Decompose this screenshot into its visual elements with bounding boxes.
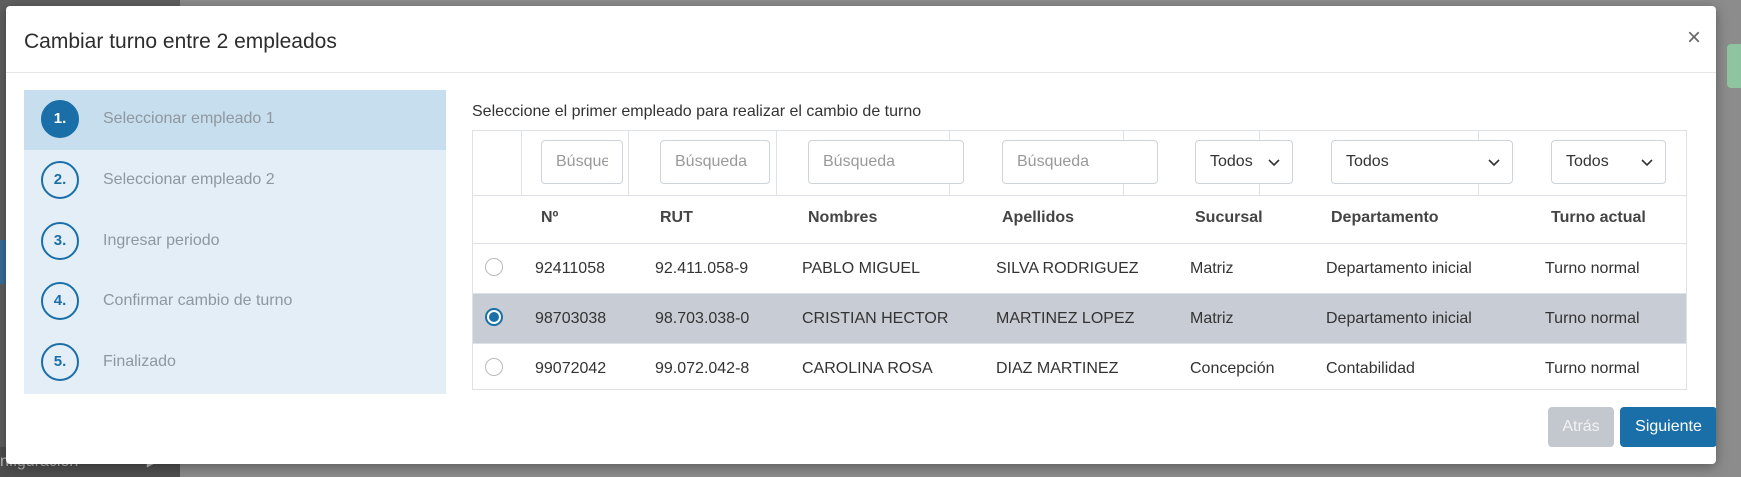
cell-apellidos: SILVA RODRIGUEZ bbox=[996, 260, 1139, 277]
wizard-steps: 1. Seleccionar empleado 1 2. Seleccionar… bbox=[24, 90, 446, 394]
cell-turno: Turno normal bbox=[1545, 260, 1640, 277]
step-number: 1. bbox=[41, 100, 79, 138]
step-number: 5. bbox=[41, 343, 79, 381]
column-header-nombres[interactable]: Nombres bbox=[808, 209, 877, 227]
rut-search-input[interactable] bbox=[660, 140, 770, 184]
step-number: 2. bbox=[41, 161, 79, 199]
cell-numero: 92411058 bbox=[535, 260, 605, 277]
turno-select[interactable]: Todos bbox=[1551, 140, 1666, 184]
cell-departamento: Departamento inicial bbox=[1326, 260, 1472, 277]
instruction-text: Seleccione el primer empleado para reali… bbox=[472, 103, 922, 120]
column-divider bbox=[776, 131, 777, 195]
step-3: 3. Ingresar periodo bbox=[24, 212, 446, 272]
cell-nombres: PABLO MIGUEL bbox=[802, 260, 920, 277]
cell-apellidos: DIAZ MARTINEZ bbox=[996, 360, 1119, 377]
step-label: Seleccionar empleado 2 bbox=[103, 171, 275, 188]
cell-turno: Turno normal bbox=[1545, 360, 1640, 377]
step-4: 4. Confirmar cambio de turno bbox=[24, 272, 446, 332]
cell-turno: Turno normal bbox=[1545, 310, 1640, 327]
column-header-departamento[interactable]: Departamento bbox=[1331, 209, 1439, 227]
cell-rut: 98.703.038-0 bbox=[655, 310, 750, 327]
table-row[interactable]: 92411058 92.411.058-9 PABLO MIGUEL SILVA… bbox=[473, 244, 1686, 294]
chevron-down-icon bbox=[1641, 141, 1653, 168]
column-divider bbox=[628, 131, 629, 195]
cell-rut: 92.411.058-9 bbox=[655, 260, 749, 277]
step-1: 1. Seleccionar empleado 1 bbox=[24, 90, 446, 150]
cell-sucursal: Matriz bbox=[1190, 260, 1234, 277]
step-label: Confirmar cambio de turno bbox=[103, 292, 293, 309]
cell-rut: 99.072.042-8 bbox=[655, 360, 750, 377]
step-2: 2. Seleccionar empleado 2 bbox=[24, 151, 446, 211]
sucursal-select[interactable]: Todos bbox=[1195, 140, 1293, 184]
cell-nombres: CRISTIAN HECTOR bbox=[802, 310, 949, 327]
employees-table: Todos Todos Todos Nº RUT Nombres Ap bbox=[472, 130, 1687, 390]
back-button[interactable]: Atrás bbox=[1548, 407, 1614, 447]
step-label: Seleccionar empleado 1 bbox=[103, 110, 275, 127]
column-header-numero[interactable]: Nº bbox=[541, 209, 558, 227]
step-label: Finalizado bbox=[103, 353, 176, 370]
cell-sucursal: Concepción bbox=[1190, 360, 1275, 377]
column-header-apellidos[interactable]: Apellidos bbox=[1002, 209, 1074, 227]
step-number: 4. bbox=[41, 282, 79, 320]
modal-header: Cambiar turno entre 2 empleados × bbox=[6, 6, 1716, 73]
nombres-search-input[interactable] bbox=[808, 140, 964, 184]
departamento-select[interactable]: Todos bbox=[1331, 140, 1513, 184]
row-radio[interactable] bbox=[485, 308, 503, 326]
background-badge bbox=[1727, 44, 1741, 88]
cell-departamento: Contabilidad bbox=[1326, 360, 1415, 377]
table-row-selected[interactable]: 98703038 98.703.038-0 CRISTIAN HECTOR MA… bbox=[473, 294, 1686, 344]
apellidos-search-input[interactable] bbox=[1002, 140, 1158, 184]
next-button[interactable]: Siguiente bbox=[1620, 407, 1716, 447]
filter-row: Todos Todos Todos bbox=[473, 131, 1686, 196]
step-label: Ingresar periodo bbox=[103, 232, 220, 249]
cell-numero: 99072042 bbox=[535, 360, 607, 377]
cell-numero: 98703038 bbox=[535, 310, 607, 327]
step-number: 3. bbox=[41, 222, 79, 260]
close-icon[interactable]: × bbox=[1680, 24, 1708, 52]
numero-search-input[interactable] bbox=[541, 140, 623, 184]
column-header-turno[interactable]: Turno actual bbox=[1551, 209, 1646, 227]
step-5: 5. Finalizado bbox=[24, 333, 446, 393]
column-header-sucursal[interactable]: Sucursal bbox=[1195, 209, 1263, 227]
modal-title: Cambiar turno entre 2 empleados bbox=[24, 30, 337, 53]
cell-sucursal: Matriz bbox=[1190, 310, 1234, 327]
column-divider bbox=[521, 131, 522, 195]
cell-departamento: Departamento inicial bbox=[1326, 310, 1472, 327]
cell-apellidos: MARTINEZ LOPEZ bbox=[996, 310, 1135, 327]
row-radio[interactable] bbox=[485, 358, 503, 376]
column-header-rut[interactable]: RUT bbox=[660, 209, 693, 227]
chevron-down-icon bbox=[1488, 141, 1500, 168]
departamento-select-value: Todos bbox=[1346, 153, 1389, 170]
sucursal-select-value: Todos bbox=[1210, 153, 1253, 170]
change-shift-modal: Cambiar turno entre 2 empleados × 1. Sel… bbox=[6, 6, 1716, 464]
cell-nombres: CAROLINA ROSA bbox=[802, 360, 933, 377]
chevron-down-icon bbox=[1268, 141, 1280, 168]
row-radio[interactable] bbox=[485, 258, 503, 276]
turno-select-value: Todos bbox=[1566, 153, 1609, 170]
table-row[interactable]: 99072042 99.072.042-8 CAROLINA ROSA DIAZ… bbox=[473, 344, 1686, 393]
